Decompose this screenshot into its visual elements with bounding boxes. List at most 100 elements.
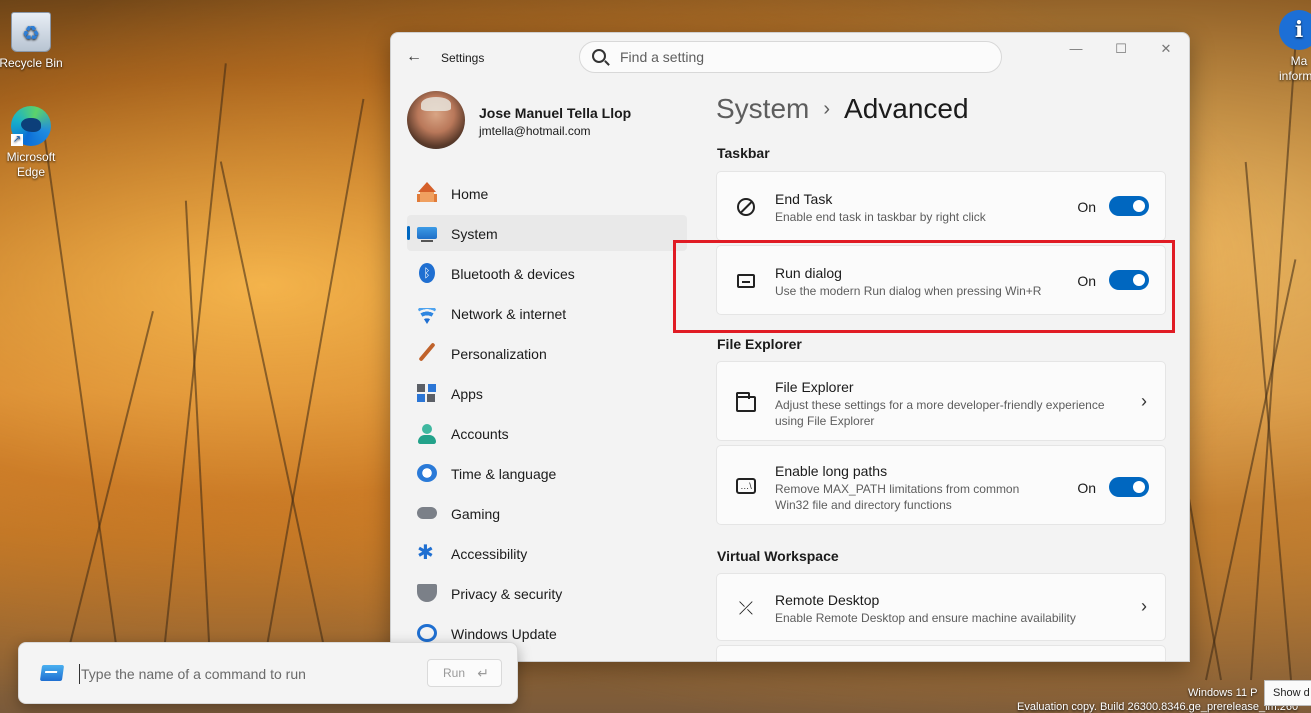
info-icon: i <box>1279 10 1311 50</box>
long-paths-icon: …\ <box>736 478 756 494</box>
accessibility-icon: ✱ <box>417 542 434 564</box>
accounts-icon <box>417 424 437 444</box>
desktop-icon-recycle-bin[interactable]: Recycle Bin <box>0 12 66 70</box>
user-email: jmtella@hotmail.com <box>479 124 591 138</box>
folder-icon <box>736 392 756 412</box>
enter-key-icon: ↵ <box>477 665 489 681</box>
highlight-box <box>673 240 1175 333</box>
desktop-icon-label: Microsoft Edge <box>6 150 56 179</box>
run-command-input[interactable] <box>79 664 419 684</box>
back-button[interactable]: ← <box>403 47 425 67</box>
end-task-toggle[interactable] <box>1109 196 1149 216</box>
setting-card-long-paths[interactable]: …\ Enable long paths Remove MAX_PATH lim… <box>716 445 1166 525</box>
edge-icon: ↗ <box>11 106 51 146</box>
page-title: Advanced <box>844 93 969 124</box>
sidebar-item-home[interactable]: Home <box>407 175 687 211</box>
brush-icon <box>418 342 436 362</box>
wifi-icon <box>417 304 437 322</box>
sidebar-nav: Home System ᛒ Bluetooth & devices Networ… <box>407 175 687 655</box>
chevron-right-icon: › <box>1141 596 1147 616</box>
sidebar-item-privacy-security[interactable]: Privacy & security <box>407 575 687 611</box>
remote-desktop-icon: ⤫ <box>738 598 754 618</box>
evaluation-watermark-line2: Evaluation copy. Build 26300.8346.ge_pre… <box>1017 701 1299 713</box>
section-heading-taskbar: Taskbar <box>717 145 770 161</box>
close-button[interactable]: ✕ <box>1149 39 1183 59</box>
desktop-icon-label: Ma informa <box>1279 54 1311 83</box>
setting-title: End Task <box>775 191 833 207</box>
gamepad-icon <box>417 507 437 519</box>
sidebar-item-label: Time & language <box>451 466 557 482</box>
setting-description: Adjust these settings for a more develop… <box>775 398 1105 428</box>
update-icon <box>417 624 437 642</box>
recycle-bin-icon <box>11 12 51 52</box>
setting-title: Enable long paths <box>775 463 888 479</box>
sidebar-item-label: Gaming <box>451 506 501 522</box>
apps-icon <box>417 384 437 402</box>
run-button-label: Run <box>443 666 466 680</box>
section-heading-file-explorer: File Explorer <box>717 336 802 352</box>
setting-description: Enable end task in taskbar by right clic… <box>775 210 986 224</box>
title-bar: ← Settings — ☐ ✕ <box>391 33 1189 81</box>
desktop-icon-info[interactable]: i Ma informa <box>1264 10 1311 84</box>
search-box[interactable] <box>579 41 1002 73</box>
user-name: Jose Manuel Tella Llop <box>479 105 632 121</box>
sidebar-item-label: Home <box>451 186 489 202</box>
run-button[interactable]: Run ↵ <box>427 659 502 687</box>
run-icon <box>39 665 65 681</box>
sidebar-item-bluetooth[interactable]: ᛒ Bluetooth & devices <box>407 255 687 291</box>
setting-title: File Explorer <box>775 379 854 395</box>
sidebar-item-accounts[interactable]: Accounts <box>407 415 687 451</box>
setting-card-partial[interactable] <box>716 645 1166 661</box>
sidebar-item-system[interactable]: System <box>407 215 687 251</box>
main-content: System › Advanced Taskbar End Task Enable … <box>716 81 1186 661</box>
sidebar-item-label: Privacy & security <box>451 586 563 602</box>
shortcut-arrow-icon: ↗ <box>11 134 23 146</box>
setting-description: Remove MAX_PATH limitations from common … <box>775 482 1020 512</box>
sidebar-item-label: Personalization <box>451 346 547 362</box>
user-profile[interactable]: Jose Manuel Tella Llop jmtella@hotmail.c… <box>407 91 687 151</box>
sidebar-item-label: System <box>451 226 498 242</box>
settings-window: ← Settings — ☐ ✕ Jose Manuel Tella Llop … <box>390 32 1190 662</box>
breadcrumb-separator: › <box>823 98 831 120</box>
sidebar-item-personalization[interactable]: Personalization <box>407 335 687 371</box>
setting-card-file-explorer[interactable]: File Explorer Adjust these settings for … <box>716 361 1166 441</box>
evaluation-watermark-line1: Windows 11 P <box>1188 687 1258 699</box>
sidebar-item-label: Bluetooth & devices <box>451 266 575 282</box>
app-title: Settings <box>441 51 485 65</box>
avatar <box>407 91 465 149</box>
sidebar-item-apps[interactable]: Apps <box>407 375 687 411</box>
section-heading-virtual-workspace: Virtual Workspace <box>717 548 839 564</box>
toggle-state-label: On <box>1077 480 1096 496</box>
maximize-button[interactable]: ☐ <box>1104 39 1138 59</box>
desktop-icon-microsoft-edge[interactable]: ↗ Microsoft Edge <box>0 106 66 180</box>
sidebar-item-time-language[interactable]: Time & language <box>407 455 687 491</box>
sidebar-item-label: Windows Update <box>451 626 557 642</box>
sidebar-item-label: Accessibility <box>451 546 528 562</box>
setting-card-end-task[interactable]: End Task Enable end task in taskbar by r… <box>716 171 1166 241</box>
sidebar-item-network[interactable]: Network & internet <box>407 295 687 331</box>
bluetooth-icon: ᛒ <box>419 263 435 283</box>
search-input[interactable] <box>620 47 980 67</box>
home-icon <box>417 182 437 202</box>
breadcrumb-parent[interactable]: System <box>716 93 809 124</box>
sidebar-item-accessibility[interactable]: ✱ Accessibility <box>407 535 687 571</box>
clock-globe-icon <box>417 464 437 482</box>
run-dialog-bar: Run ↵ <box>18 642 518 704</box>
long-paths-toggle[interactable] <box>1109 477 1149 497</box>
toggle-state-label: On <box>1077 199 1096 215</box>
sidebar-item-gaming[interactable]: Gaming <box>407 495 687 531</box>
breadcrumb: System › Advanced <box>716 93 969 125</box>
sidebar-item-label: Accounts <box>451 426 509 442</box>
chevron-right-icon: › <box>1141 391 1147 411</box>
minimize-button[interactable]: — <box>1059 39 1093 59</box>
end-task-icon <box>737 198 755 216</box>
sidebar-item-label: Network & internet <box>451 306 567 322</box>
system-icon <box>417 227 437 242</box>
setting-title: Remote Desktop <box>775 592 880 608</box>
search-icon <box>592 49 606 63</box>
setting-card-remote-desktop[interactable]: ⤫ Remote Desktop Enable Remote Desktop a… <box>716 573 1166 641</box>
show-desktop-button[interactable]: Show d <box>1264 680 1311 706</box>
shield-icon <box>417 584 437 602</box>
sidebar-item-label: Apps <box>451 386 483 402</box>
desktop-icon-label: Recycle Bin <box>0 56 63 70</box>
